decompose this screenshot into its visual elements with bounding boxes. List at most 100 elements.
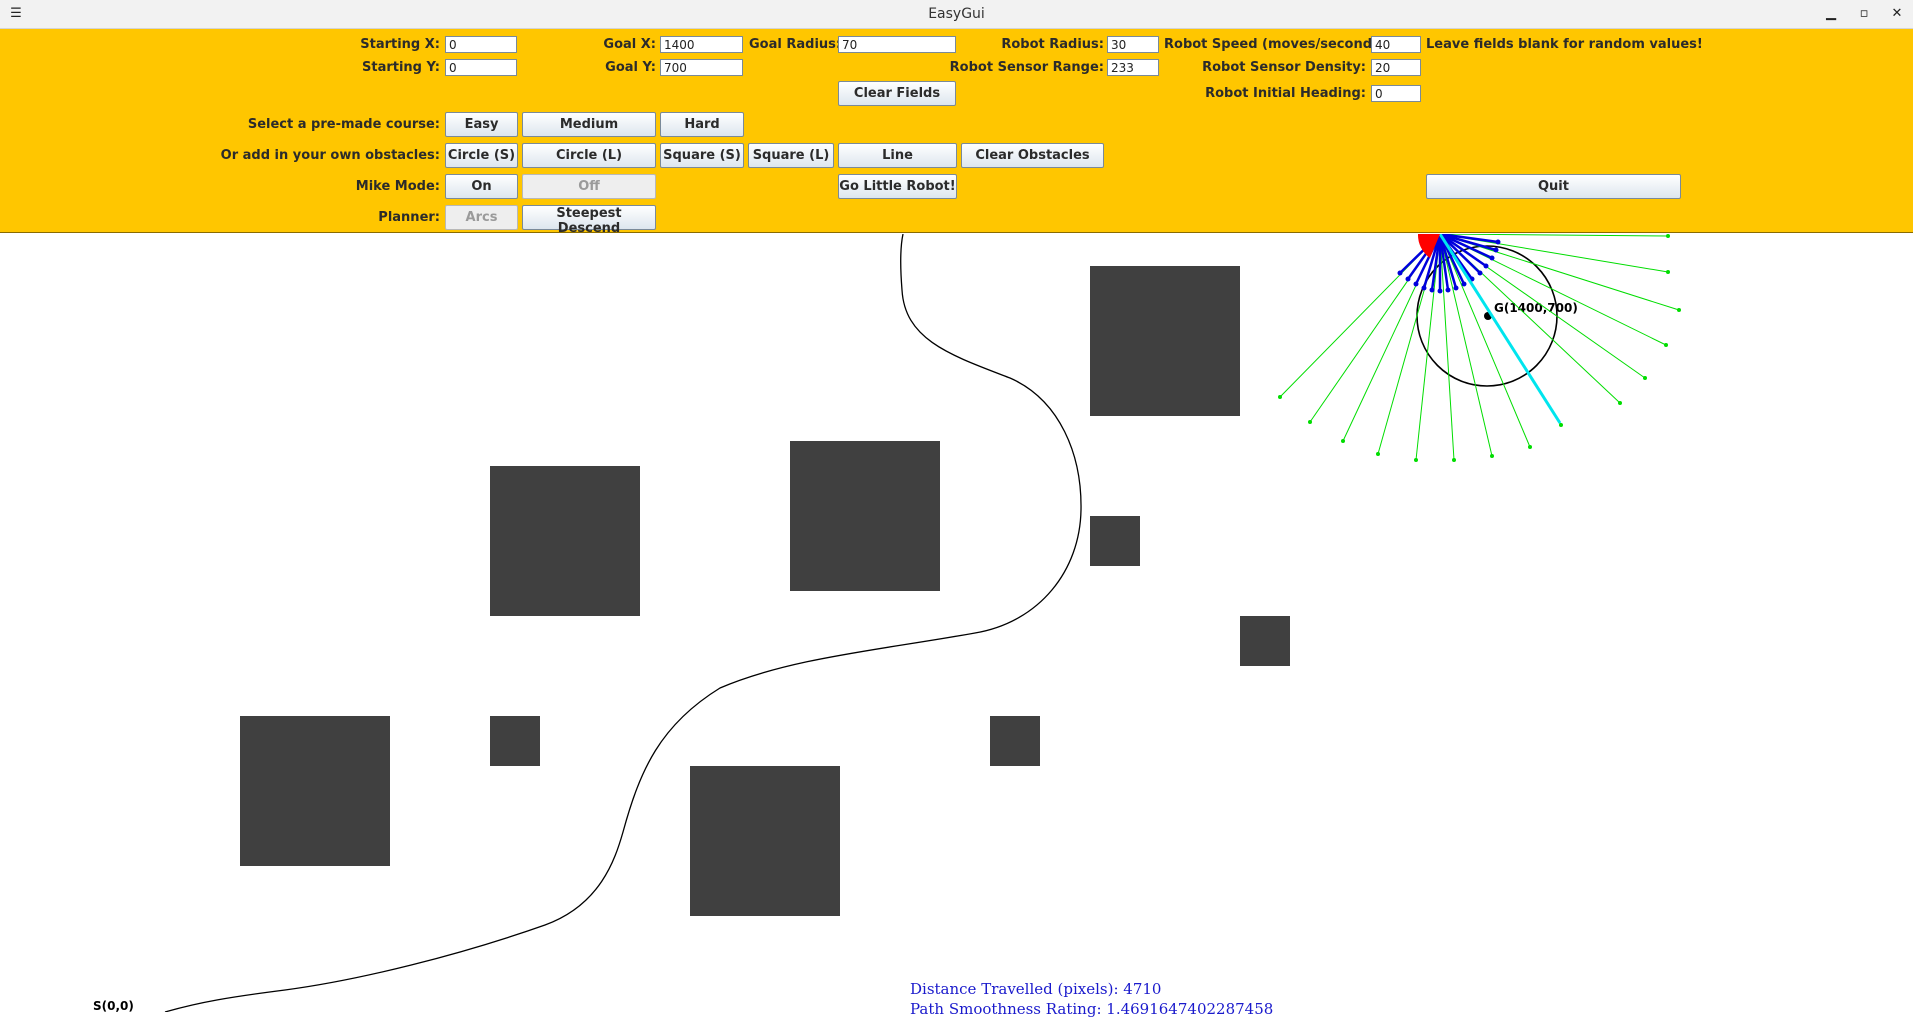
sensor-endpoint — [1677, 308, 1681, 312]
smoothness-label: Path Smoothness Rating: — [910, 1000, 1102, 1018]
long-sensor-ray — [1439, 234, 1455, 461]
maximize-icon[interactable]: ▫ — [1853, 4, 1875, 24]
robot-path — [164, 234, 1082, 1012]
arcs-planner-button[interactable]: Arcs — [445, 205, 518, 230]
goal-radius-label: Goal Radius: — [749, 37, 842, 52]
square-obstacle — [1240, 616, 1290, 666]
sensor-endpoint — [1421, 285, 1427, 291]
sensor-endpoint — [1445, 287, 1451, 293]
clear-fields-button[interactable]: Clear Fields — [838, 81, 956, 106]
distance-value: 4710 — [1123, 980, 1162, 998]
quit-button[interactable]: Quit — [1426, 174, 1681, 199]
goal-x-label: Goal X: — [603, 37, 656, 52]
square-large-button[interactable]: Square (L) — [748, 143, 834, 168]
sensor-endpoint — [1278, 395, 1282, 399]
goal-y-field[interactable] — [660, 59, 743, 76]
planner-label: Planner: — [378, 210, 440, 225]
robot-sensor-range-field[interactable] — [1107, 59, 1159, 76]
sensor-endpoint — [1414, 458, 1418, 462]
control-panel: Starting X: Goal X: Goal Radius: Robot R… — [0, 29, 1913, 236]
sensor-endpoint — [1483, 263, 1489, 269]
sensor-endpoint — [1643, 376, 1647, 380]
sensor-endpoint — [1489, 255, 1495, 261]
start-label: S(0,0) — [93, 999, 134, 1012]
sensor-endpoint — [1429, 287, 1435, 293]
robot-sensor-range-label: Robot Sensor Range: — [949, 60, 1104, 75]
sensor-endpoint — [1397, 270, 1403, 276]
sensor-endpoint — [1495, 239, 1501, 245]
easy-course-button[interactable]: Easy — [445, 112, 518, 137]
sensor-endpoint — [1490, 454, 1494, 458]
robot-speed-field[interactable] — [1371, 36, 1421, 53]
sensor-endpoint — [1618, 401, 1622, 405]
sensor-endpoint — [1666, 270, 1670, 274]
sensor-endpoint — [1405, 276, 1411, 282]
square-obstacle — [690, 766, 840, 916]
random-values-hint: Leave fields blank for random values! — [1426, 37, 1703, 52]
square-obstacle — [990, 716, 1040, 766]
sensor-endpoint — [1528, 445, 1532, 449]
robot-radius-field[interactable] — [1107, 36, 1159, 53]
robot-initial-heading-label: Robot Initial Heading: — [1205, 86, 1366, 101]
sensor-endpoint — [1664, 343, 1668, 347]
goal-radius-field[interactable] — [838, 36, 956, 53]
obstacle-layer — [240, 266, 1290, 916]
sensor-endpoint — [1376, 452, 1380, 456]
sensor-endpoint — [1477, 270, 1483, 276]
robot-speed-label: Robot Speed (moves/second): — [1164, 37, 1384, 52]
close-icon[interactable]: ✕ — [1886, 4, 1908, 24]
path-smoothness: Path Smoothness Rating: 1.46916474022874… — [910, 1000, 1273, 1018]
goal-x-field[interactable] — [660, 36, 743, 53]
title-bar: ☰ EasyGui ▁ ▫ ✕ — [0, 0, 1913, 29]
long-sensor-ray — [1439, 234, 1669, 237]
robot-sensor-density-label: Robot Sensor Density: — [1202, 60, 1366, 75]
square-obstacle — [240, 716, 390, 866]
square-obstacle — [1090, 266, 1240, 416]
obstacles-label: Or add in your own obstacles: — [220, 148, 440, 163]
starting-y-label: Starting Y: — [362, 60, 440, 75]
sensor-endpoint — [1666, 234, 1670, 238]
smoothness-value: 1.4691647402287458 — [1106, 1000, 1274, 1018]
sensor-endpoint — [1413, 281, 1419, 287]
sensor-endpoint — [1453, 285, 1459, 291]
clear-obstacles-button[interactable]: Clear Obstacles — [961, 143, 1104, 168]
go-little-robot-button[interactable]: Go Little Robot! — [838, 174, 957, 199]
circle-large-button[interactable]: Circle (L) — [522, 143, 656, 168]
heading-ray — [1438, 234, 1562, 424]
sensor-endpoint — [1559, 423, 1563, 427]
sensor-endpoint — [1461, 281, 1467, 287]
mike-mode-off-button[interactable]: Off — [522, 174, 656, 199]
square-obstacle — [1090, 516, 1140, 566]
minimize-icon[interactable]: ▁ — [1820, 4, 1842, 24]
starting-y-field[interactable] — [445, 59, 517, 76]
sensor-endpoint — [1308, 420, 1312, 424]
robot-radius-label: Robot Radius: — [1001, 37, 1104, 52]
square-obstacle — [790, 441, 940, 591]
circle-small-button[interactable]: Circle (S) — [445, 143, 518, 168]
starting-x-field[interactable] — [445, 36, 517, 53]
square-obstacle — [490, 466, 640, 616]
mike-mode-label: Mike Mode: — [355, 179, 440, 194]
distance-label: Distance Travelled (pixels): — [910, 980, 1119, 998]
sensor-endpoint — [1493, 247, 1499, 253]
sensor-endpoint — [1452, 458, 1456, 462]
distance-travelled: Distance Travelled (pixels): 4710 — [910, 980, 1161, 998]
robot-sensor-density-field[interactable] — [1371, 59, 1421, 76]
window-title: EasyGui — [928, 6, 985, 22]
simulation-canvas[interactable]: G(1400,700) S(0,0) — [0, 234, 1913, 1012]
medium-course-button[interactable]: Medium — [522, 112, 656, 137]
starting-x-label: Starting X: — [360, 37, 440, 52]
sensor-endpoint — [1437, 288, 1443, 294]
square-obstacle — [490, 716, 540, 766]
mike-mode-on-button[interactable]: On — [445, 174, 518, 199]
goal-label: G(1400,700) — [1494, 301, 1578, 315]
line-button[interactable]: Line — [838, 143, 957, 168]
steepest-descend-button[interactable]: Steepest Descend — [522, 205, 656, 236]
square-small-button[interactable]: Square (S) — [660, 143, 744, 168]
sensor-endpoint — [1341, 439, 1345, 443]
robot-initial-heading-field[interactable] — [1371, 85, 1421, 102]
hard-course-button[interactable]: Hard — [660, 112, 744, 137]
robot-sensor-rays — [1278, 234, 1681, 462]
course-label: Select a pre-made course: — [247, 117, 440, 132]
goal-y-label: Goal Y: — [605, 60, 656, 75]
